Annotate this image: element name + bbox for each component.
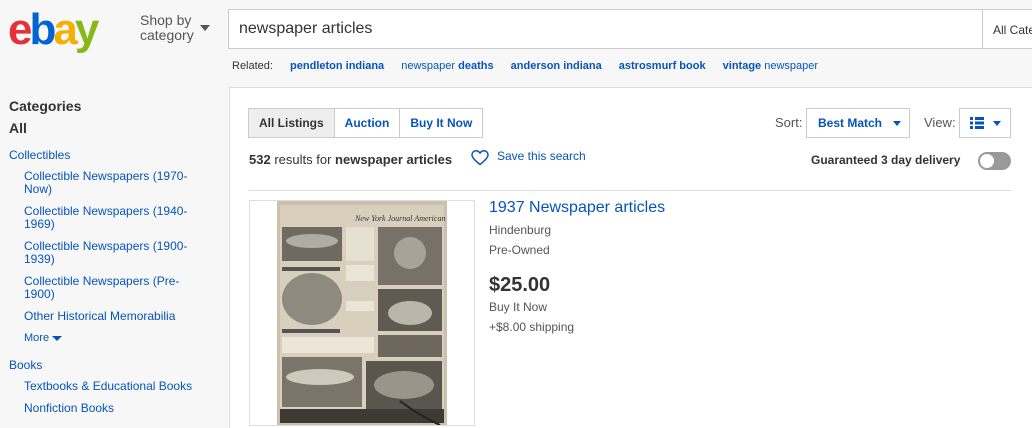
caret-down-icon [893,121,901,126]
view-dropdown[interactable] [959,108,1011,138]
results-text: results for [274,152,332,167]
related-searches: Related: pendleton indiana newspaper dea… [232,60,818,72]
category-sidebar: Categories All Collectibles Collectible … [9,98,209,424]
sidebar-item-books[interactable]: Books [9,358,209,372]
sidebar-subitem[interactable]: Other Historical Memorabilia [24,310,199,323]
sidebar-subitem[interactable]: Collectible Newspapers (1900-1939) [24,240,199,266]
caret-down-icon [52,335,63,341]
related-label: Related: [232,60,273,72]
item-price: $25.00 [489,274,551,296]
list-view-icon [970,117,984,129]
item-format: Buy It Now [489,300,548,314]
related-link[interactable]: astrosmurf book [619,60,706,72]
item-condition: Pre-Owned [489,243,550,257]
save-search-label: Save this search [497,149,586,163]
sidebar-item-collectibles[interactable]: Collectibles [9,148,209,162]
search-input[interactable]: newspaper articles [239,20,372,38]
sidebar-subitem[interactable]: Collectible Newspapers (Pre-1900) [24,275,199,301]
related-link[interactable]: vintage newspaper [723,60,818,72]
toggle-knob [980,154,994,168]
shop-by-label: Shop by [140,12,192,28]
tab-all-listings[interactable]: All Listings [248,108,335,138]
tab-buy-it-now[interactable]: Buy It Now [399,108,484,138]
search-bar[interactable]: newspaper articles All Categories [228,9,1032,49]
guaranteed-delivery-toggle[interactable] [978,152,1011,170]
ebay-logo[interactable]: ebay [8,4,126,54]
chevron-down-icon [200,25,210,31]
ebay-logo-icon: ebay [8,5,103,54]
svg-text:ebay: ebay [8,5,100,54]
sidebar-subitem[interactable]: Nonfiction Books [24,402,199,415]
sidebar-item-all[interactable]: All [9,120,209,136]
listing-tabs: All Listings Auction Buy It Now [248,108,484,138]
related-link[interactable]: newspaper deaths [401,60,493,72]
shop-by-category-button[interactable]: Shop by category [140,12,210,43]
item-shipping: +$8.00 shipping [489,320,575,334]
heart-icon [471,150,489,166]
guaranteed-delivery-label: Guaranteed 3 day delivery [811,153,961,167]
results-query: newspaper articles [335,152,453,167]
sidebar-subitem[interactable]: Collectible Newspapers (1940-1969) [24,205,199,231]
newspaper-photo: New York Journal American [250,201,474,426]
sort-dropdown[interactable]: Best Match [806,108,910,138]
newspaper-masthead: New York Journal American [354,214,445,223]
sidebar-subitem[interactable]: Textbooks & Educational Books [24,380,199,393]
more-label: More [24,332,50,344]
sidebar-subitem[interactable]: Collectible Newspapers (1970-Now) [24,170,199,196]
tab-auction[interactable]: Auction [333,108,401,138]
item-image[interactable]: New York Journal American [249,200,475,426]
sidebar-more-button[interactable]: More [24,332,209,344]
caret-down-icon [993,121,1001,126]
item-title-link[interactable]: 1937 Newspaper articles [489,199,665,217]
sidebar-heading: Categories [9,98,82,114]
item-subtitle: Hindenburg [489,223,552,237]
divider [249,190,1011,191]
related-link[interactable]: anderson indiana [511,60,602,72]
shop-by-label-line2: category [140,27,194,43]
category-select[interactable]: All Categories [982,10,1032,48]
sort-label: Sort: [775,115,803,130]
sort-value: Best Match [818,116,883,130]
results-count: 532 [249,152,271,167]
save-search-button[interactable]: Save this search [471,149,586,166]
related-link[interactable]: pendleton indiana [290,60,384,72]
results-summary: 532 results for newspaper articles [249,152,452,167]
results-panel: All Listings Auction Buy It Now Sort: Be… [229,87,1032,428]
view-label: View: [924,115,956,130]
